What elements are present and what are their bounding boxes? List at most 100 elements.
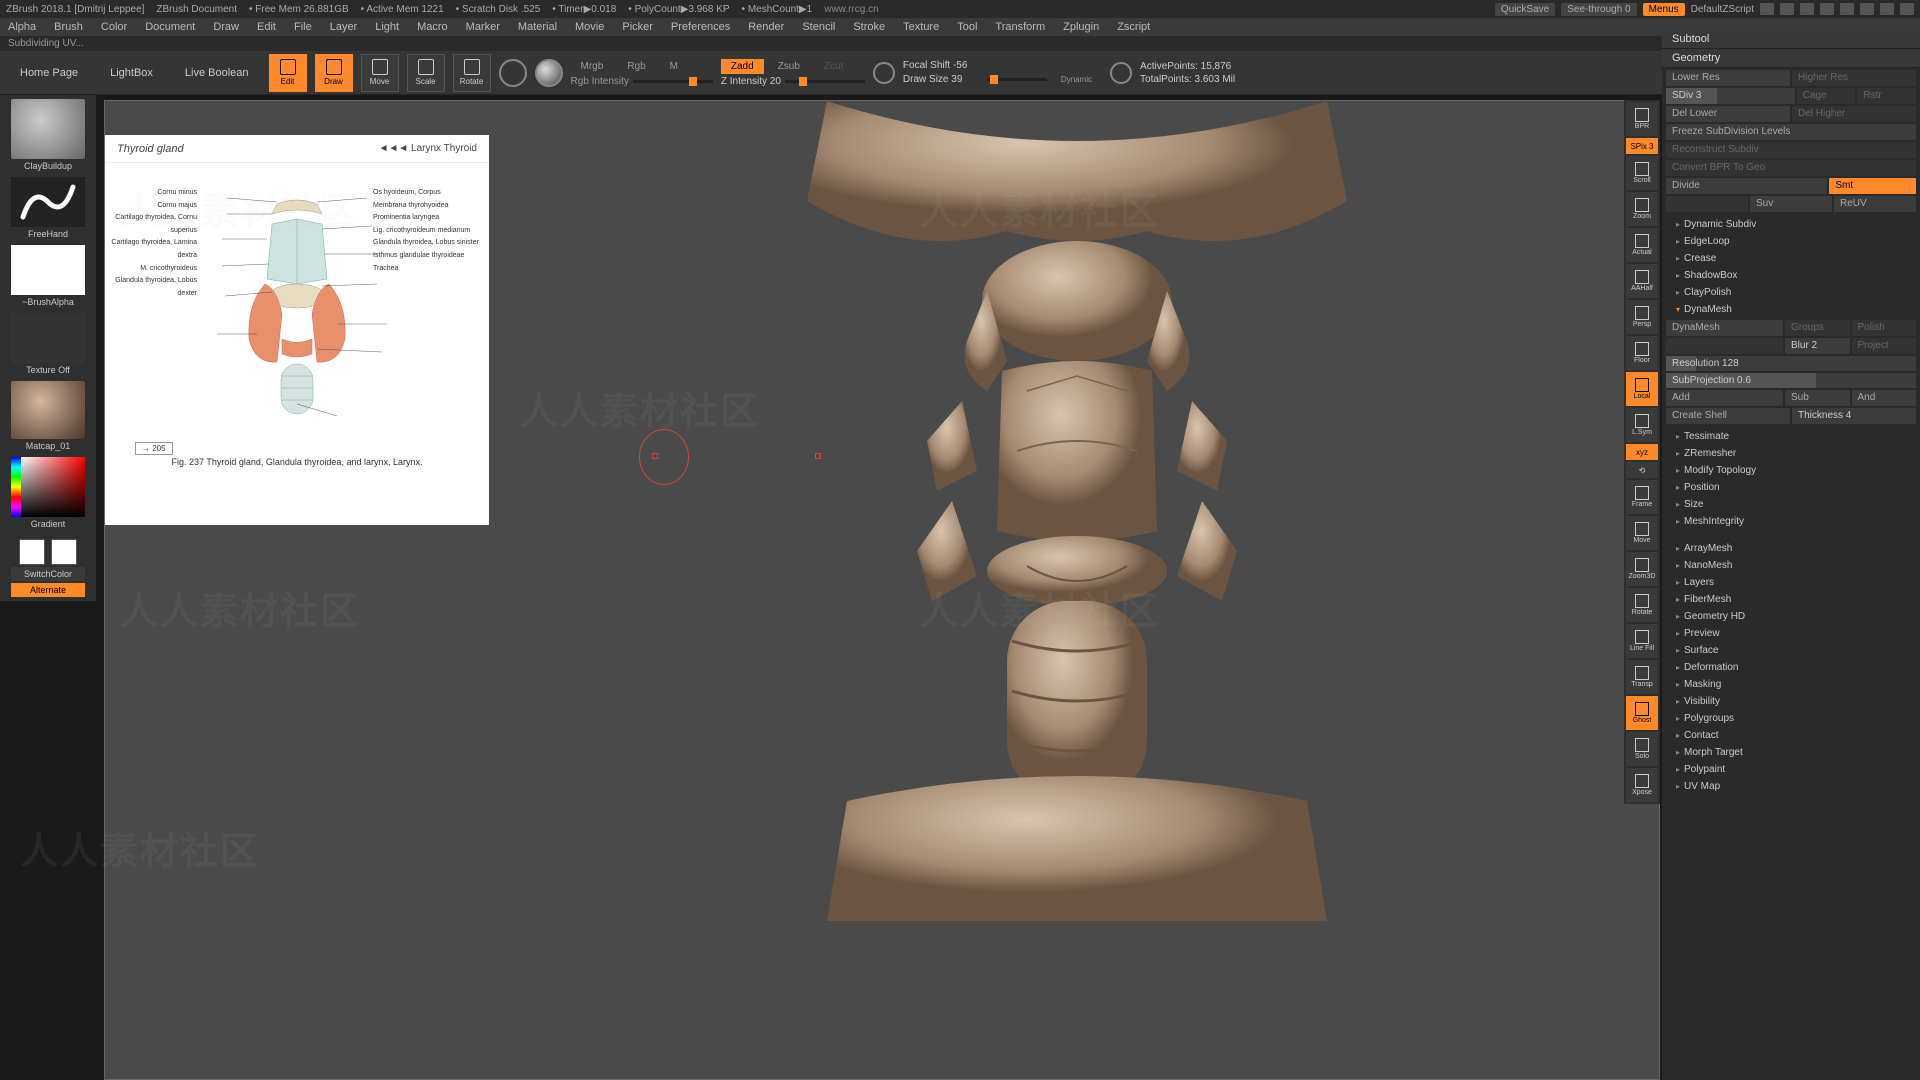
polish-button[interactable]: Polish	[1852, 320, 1917, 336]
color-picker[interactable]	[21, 457, 85, 517]
visibility-section[interactable]: Visibility	[1662, 693, 1920, 710]
menu-texture[interactable]: Texture	[903, 21, 939, 33]
mesh-integrity-section[interactable]: MeshIntegrity	[1662, 513, 1920, 530]
lightbox-tab[interactable]: LightBox	[98, 63, 165, 83]
edgeloop-section[interactable]: EdgeLoop	[1662, 233, 1920, 250]
actual-button[interactable]: Actual	[1626, 228, 1658, 262]
blur-slider[interactable]: Blur 2	[1785, 338, 1850, 354]
rgb-button[interactable]: Rgb	[617, 59, 655, 74]
switch-color-button[interactable]: SwitchColor	[11, 567, 85, 581]
size-section[interactable]: Size	[1662, 496, 1920, 513]
menu-document[interactable]: Document	[145, 21, 195, 33]
default-zscript[interactable]: DefaultZScript	[1691, 4, 1754, 15]
subprojection-slider[interactable]: SubProjection 0.6	[1666, 373, 1916, 388]
lock-icon[interactable]	[1840, 3, 1854, 15]
gizmo-icon[interactable]	[499, 59, 527, 87]
seethrough-slider[interactable]: See-through 0	[1561, 3, 1636, 16]
dynamesh-button[interactable]: DynaMesh	[1666, 320, 1783, 336]
crease-section[interactable]: Crease	[1662, 250, 1920, 267]
preview-section[interactable]: Preview	[1662, 625, 1920, 642]
menu-movie[interactable]: Movie	[575, 21, 604, 33]
quicksave-button[interactable]: QuickSave	[1495, 3, 1555, 16]
dynamic-subdiv-section[interactable]: Dynamic Subdiv	[1662, 216, 1920, 233]
modify-topology-section[interactable]: Modify Topology	[1662, 462, 1920, 479]
move3d-button[interactable]: Move	[1626, 516, 1658, 550]
menu-stroke[interactable]: Stroke	[853, 21, 885, 33]
sculpt-mesh[interactable]	[495, 101, 1659, 1079]
convert-bpr-button[interactable]: Convert BPR To Geo	[1666, 160, 1916, 176]
arraymesh-section[interactable]: ArrayMesh	[1662, 540, 1920, 557]
material-preview[interactable]	[11, 381, 85, 439]
texture-preview[interactable]	[11, 313, 85, 363]
subtool-header[interactable]: Subtool	[1662, 30, 1920, 49]
hue-strip[interactable]	[11, 457, 21, 517]
menu-material[interactable]: Material	[518, 21, 557, 33]
menu-layer[interactable]: Layer	[330, 21, 358, 33]
add-button[interactable]: Add	[1666, 390, 1783, 406]
geometry-header[interactable]: Geometry	[1662, 49, 1920, 68]
menu-draw[interactable]: Draw	[213, 21, 239, 33]
gradient-label[interactable]: Gradient	[31, 519, 66, 529]
divide-button[interactable]: Divide	[1666, 178, 1827, 194]
geometryhd-section[interactable]: Geometry HD	[1662, 608, 1920, 625]
sdiv-slider[interactable]: SDiv 3	[1666, 88, 1795, 104]
main-color-swatch[interactable]	[19, 539, 45, 565]
zremesher-section[interactable]: ZRemesher	[1662, 445, 1920, 462]
menu-brush[interactable]: Brush	[54, 21, 83, 33]
xpose-button[interactable]: Xpose	[1626, 768, 1658, 802]
deformation-section[interactable]: Deformation	[1662, 659, 1920, 676]
zcut-button[interactable]: Zcut	[814, 59, 853, 74]
menu-picker[interactable]: Picker	[622, 21, 653, 33]
draw-size-slider[interactable]	[987, 78, 1047, 81]
local-button[interactable]: Local	[1626, 372, 1658, 406]
reconstruct-button[interactable]: Reconstruct Subdiv	[1666, 142, 1916, 158]
polypaint-section[interactable]: Polypaint	[1662, 761, 1920, 778]
solo-button[interactable]: Solo	[1626, 732, 1658, 766]
dynamesh-section[interactable]: DynaMesh	[1662, 301, 1920, 318]
frame-button[interactable]: Frame	[1626, 480, 1658, 514]
fibermesh-section[interactable]: FiberMesh	[1662, 591, 1920, 608]
zsub-button[interactable]: Zsub	[768, 59, 810, 74]
layout3-icon[interactable]	[1800, 3, 1814, 15]
resolution-slider[interactable]: Resolution 128	[1666, 356, 1916, 371]
and-button[interactable]: And	[1852, 390, 1917, 406]
menu-zscript[interactable]: Zscript	[1117, 21, 1150, 33]
tessimate-section[interactable]: Tessimate	[1662, 428, 1920, 445]
stroke-preview[interactable]	[11, 177, 85, 227]
xyz-button[interactable]: xyz	[1626, 444, 1658, 460]
layers-section[interactable]: Layers	[1662, 574, 1920, 591]
layout-icon[interactable]	[1760, 3, 1774, 15]
zadd-button[interactable]: Zadd	[721, 59, 764, 74]
rotate3d-button[interactable]: Rotate	[1626, 588, 1658, 622]
reuv-button[interactable]: ReUV	[1834, 196, 1916, 212]
alternate-button[interactable]: Alternate	[11, 583, 85, 597]
menu-file[interactable]: File	[294, 21, 312, 33]
viewport[interactable]: Thyroid gland ◄◄◄ Larynx Thyroid	[104, 100, 1660, 1080]
move-mode-button[interactable]: Move	[361, 54, 399, 92]
aahalf-button[interactable]: AAHalf	[1626, 264, 1658, 298]
sphere-icon[interactable]	[535, 59, 563, 87]
mrgb-button[interactable]: Mrgb	[571, 59, 614, 74]
rgb-intensity-slider[interactable]	[633, 80, 713, 83]
ghost-button[interactable]: Ghost	[1626, 696, 1658, 730]
menu-light[interactable]: Light	[375, 21, 399, 33]
thickness-slider[interactable]: Thickness 4	[1792, 408, 1916, 424]
polygroups-section[interactable]: Polygroups	[1662, 710, 1920, 727]
smt-button[interactable]: Smt	[1829, 178, 1916, 194]
minimize-icon[interactable]	[1860, 3, 1874, 15]
layout4-icon[interactable]	[1820, 3, 1834, 15]
draw-mode-button[interactable]: Draw	[315, 54, 353, 92]
layout2-icon[interactable]	[1780, 3, 1794, 15]
suv-button[interactable]: Suv	[1750, 196, 1832, 212]
project-button[interactable]: Project	[1852, 338, 1917, 354]
freeze-subdiv-button[interactable]: Freeze SubDivision Levels	[1666, 124, 1916, 140]
z-intensity-slider[interactable]	[785, 80, 865, 83]
masking-section[interactable]: Masking	[1662, 676, 1920, 693]
menu-preferences[interactable]: Preferences	[671, 21, 730, 33]
scroll-button[interactable]: Scroll	[1626, 156, 1658, 190]
secondary-color-swatch[interactable]	[51, 539, 77, 565]
alpha-preview[interactable]	[11, 245, 85, 295]
del-higher-button[interactable]: Del Higher	[1792, 106, 1916, 122]
create-shell-button[interactable]: Create Shell	[1666, 408, 1790, 424]
groups-button[interactable]: Groups	[1785, 320, 1850, 336]
